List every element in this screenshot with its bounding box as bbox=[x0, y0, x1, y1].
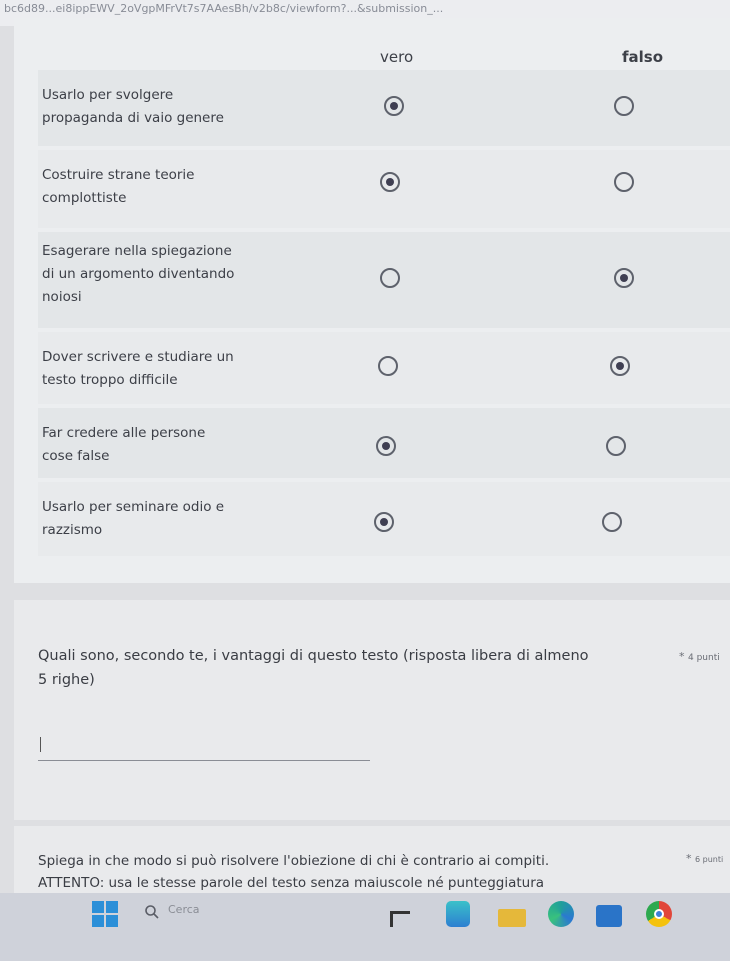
radio-falso[interactable] bbox=[606, 436, 626, 456]
store-icon[interactable] bbox=[596, 905, 622, 927]
question-vantaggi-card: Quali sono, secondo te, i vantaggi di qu… bbox=[14, 600, 730, 820]
points-label-2: 6 punti bbox=[695, 855, 724, 864]
search-icon bbox=[145, 905, 159, 919]
radio-falso[interactable] bbox=[610, 356, 630, 376]
windows-taskbar: Cerca bbox=[0, 893, 730, 961]
grid-row-label: Dover scrivere e studiare un testo troppo… bbox=[42, 346, 282, 392]
widgets-icon[interactable] bbox=[446, 901, 470, 927]
edge-icon[interactable] bbox=[548, 901, 574, 927]
grid-row-label-line: propaganda di vaio genere bbox=[42, 110, 224, 126]
grid-row-label-line: razzismo bbox=[42, 522, 103, 538]
grid-row-label-line: testo troppo difficile bbox=[42, 372, 178, 388]
grid-row-label-line: noiosi bbox=[42, 289, 82, 305]
grid-row-label: Costruire strane teorie complottiste bbox=[42, 164, 282, 210]
grid-row-label-line: Usarlo per svolgere bbox=[42, 87, 174, 103]
answer-input-vantaggi[interactable] bbox=[38, 735, 374, 759]
radio-falso[interactable] bbox=[614, 96, 634, 116]
radio-falso[interactable] bbox=[602, 512, 622, 532]
chrome-icon[interactable] bbox=[646, 901, 672, 927]
grid-row-label: Usarlo per svolgere propaganda di vaio ge… bbox=[42, 84, 282, 130]
grid-row-label-line: di un argomento diventando bbox=[42, 266, 235, 282]
radio-vero[interactable] bbox=[378, 356, 398, 376]
search-placeholder: Cerca bbox=[168, 903, 200, 916]
grid-row-label-line: Costruire strane teorie bbox=[42, 167, 195, 183]
column-header-falso: falso bbox=[622, 48, 664, 66]
taskbar-search-box[interactable]: Cerca bbox=[140, 901, 310, 923]
question-vantaggi-title-line2: 5 righe) bbox=[38, 672, 95, 688]
question-obiezione-card: Spiega in che modo si può risolvere l'ob… bbox=[14, 826, 730, 896]
radio-vero[interactable] bbox=[380, 172, 400, 192]
grid-row-label-line: cose false bbox=[42, 448, 110, 464]
required-asterisk: * bbox=[679, 650, 685, 663]
points-label: 4 punti bbox=[688, 653, 720, 663]
grid-row-label-line: Far credere alle persone bbox=[42, 425, 206, 441]
windows-start-icon[interactable] bbox=[92, 901, 118, 927]
required-asterisk-2: * bbox=[686, 852, 692, 865]
task-view-icon[interactable] bbox=[390, 911, 410, 927]
radio-vero[interactable] bbox=[384, 96, 404, 116]
grid-row-label: Usarlo per seminare odio e razzismo bbox=[42, 496, 282, 542]
column-header-vero: vero bbox=[380, 48, 414, 66]
grid-row-label-line: complottiste bbox=[42, 190, 127, 206]
question-obiezione-title-line1: Spiega in che modo si può risolvere l'ob… bbox=[38, 853, 550, 869]
radio-falso[interactable] bbox=[614, 268, 634, 288]
grid-row-label: Far credere alle persone cose false bbox=[42, 422, 282, 468]
answer-underline bbox=[38, 760, 370, 761]
grid-row-label-line: Usarlo per seminare odio e bbox=[42, 499, 225, 515]
file-explorer-icon[interactable] bbox=[498, 909, 526, 927]
radio-vero[interactable] bbox=[374, 512, 394, 532]
question-vantaggi-title-line1: Quali sono, secondo te, i vantaggi di qu… bbox=[38, 648, 589, 664]
radio-vero[interactable] bbox=[380, 268, 400, 288]
radio-vero[interactable] bbox=[376, 436, 396, 456]
question-obiezione-title-line2: ATTENTO: usa le stesse parole del testo … bbox=[38, 875, 545, 891]
grid-row-label: Esagerare nella spiegazione di un argomen… bbox=[42, 240, 282, 309]
grid-row-label-line: Dover scrivere e studiare un bbox=[42, 349, 234, 365]
radio-falso[interactable] bbox=[614, 172, 634, 192]
grid-row-label-line: Esagerare nella spiegazione bbox=[42, 243, 232, 259]
